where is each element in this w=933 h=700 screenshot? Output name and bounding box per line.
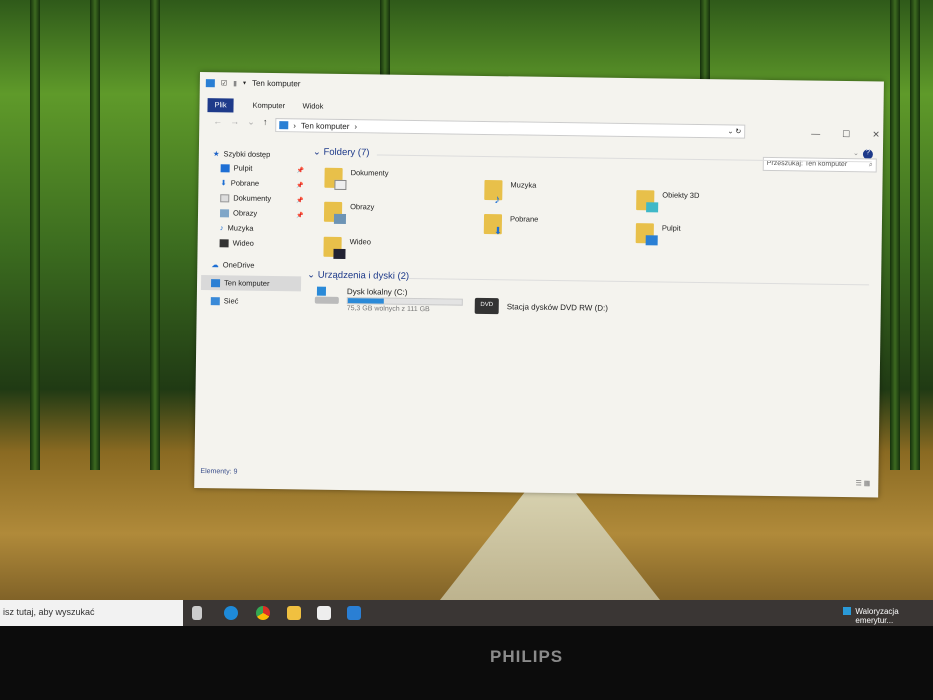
pin-icon: 📌	[296, 168, 305, 175]
drive-d-name: Stacja dysków DVD RW (D:)	[506, 301, 609, 313]
forward-button[interactable]: →	[230, 116, 239, 127]
downloads-folder-icon: ⬇	[483, 213, 502, 237]
nav-obrazy[interactable]: Obrazy	[219, 208, 257, 218]
drive-c-name: Dysk lokalny (C:)	[346, 287, 408, 297]
folder-obiekty-3d[interactable]: Obiekty 3D	[636, 190, 699, 213]
mail-icon[interactable]	[347, 606, 361, 620]
back-button[interactable]: ←	[213, 116, 222, 127]
nav-pulpit[interactable]: Pulpit	[220, 163, 252, 173]
cloud-icon: ☁	[211, 260, 219, 270]
file-explorer-icon[interactable]	[287, 606, 301, 620]
quick-access-dropdown-icon[interactable]: ▾	[243, 80, 246, 87]
nav-onedrive[interactable]: ☁ OneDrive	[211, 260, 254, 270]
star-icon: ★	[212, 149, 220, 159]
view-toggle-icons[interactable]: ☰ ▦	[855, 479, 870, 487]
nav-siec[interactable]: Sieć	[210, 296, 238, 306]
news-widget[interactable]: Waloryzacja emerytur...	[843, 607, 933, 625]
edge-icon[interactable]	[224, 606, 238, 620]
refresh-icon[interactable]: ⌄ ↻	[727, 127, 744, 135]
store-icon[interactable]	[317, 606, 331, 620]
document-icon	[220, 193, 230, 202]
computer-icon	[205, 78, 215, 87]
file-explorer-window: ☑ ▮ ▾ Ten komputer — ☐ ✕ Plik Komputer W…	[194, 72, 884, 498]
recent-dropdown[interactable]: ⌄	[247, 117, 255, 128]
folder-muzyka[interactable]: ♪ Muzyka	[484, 179, 536, 206]
folder-pobrane[interactable]: ⬇ Pobrane	[483, 213, 538, 237]
taskbar-search[interactable]: isz tutaj, aby wyszukać	[0, 600, 183, 626]
music-icon: ♪	[219, 223, 224, 233]
maximize-button[interactable]: ☐	[842, 129, 850, 140]
search-icon: ⌕	[868, 161, 873, 169]
tab-komputer[interactable]: Komputer	[245, 99, 292, 114]
3d-objects-folder-icon	[636, 190, 659, 213]
news-icon	[843, 607, 852, 615]
dvd-drive-icon: DVD	[474, 297, 499, 315]
status-bar-count: Elementy: 9	[200, 468, 238, 476]
group-header-folders[interactable]: ⌄ Foldery (7)	[313, 147, 370, 159]
folder-obrazy[interactable]: Obrazy	[323, 201, 374, 225]
drive-c[interactable]: Dysk lokalny (C:) 75,3 GB wolnych z 111 …	[314, 286, 463, 314]
drive-d[interactable]: DVD Stacja dysków DVD RW (D:)	[474, 297, 609, 316]
folder-dokumenty[interactable]: Dokumenty	[324, 167, 389, 191]
download-icon: ⬇	[220, 178, 227, 188]
network-icon	[210, 296, 220, 305]
address-bar[interactable]: › Ten komputer › ⌄ ↻	[275, 118, 746, 139]
nav-dokumenty[interactable]: Dokumenty	[220, 193, 271, 203]
chrome-icon[interactable]	[256, 606, 270, 620]
group-header-devices[interactable]: ⌄ Urządzenia i dyski (2)	[307, 270, 409, 282]
tab-plik[interactable]: Plik	[207, 98, 234, 113]
computer-icon	[211, 278, 221, 287]
properties-icon[interactable]: ☑	[221, 79, 227, 87]
pin-icon: 📌	[295, 213, 304, 220]
folder-wideo[interactable]: Wideo	[323, 236, 371, 260]
close-button[interactable]: ✕	[872, 129, 880, 140]
nav-pobrane[interactable]: ⬇ Pobrane	[220, 178, 259, 188]
tab-widok[interactable]: Widok	[295, 99, 330, 113]
pin-icon: 📌	[296, 198, 304, 205]
folder-pulpit[interactable]: Pulpit	[635, 223, 681, 246]
window-title: Ten komputer	[251, 78, 301, 89]
minimize-button[interactable]: —	[811, 129, 820, 140]
pictures-folder-icon	[323, 201, 347, 225]
breadcrumb-ten-komputer[interactable]: Ten komputer	[301, 121, 350, 131]
windows-drive-icon	[314, 286, 339, 305]
pin-icon: 📌	[296, 183, 304, 190]
desktop-folder-icon	[635, 223, 658, 246]
desktop-icon	[220, 163, 230, 172]
nav-muzyka[interactable]: ♪ Muzyka	[220, 223, 254, 232]
nav-quick-access[interactable]: ★ Szybki dostęp	[213, 149, 271, 159]
music-folder-icon: ♪	[484, 179, 503, 206]
pictures-icon	[219, 208, 230, 217]
ribbon-expand-icon[interactable]: ⌄	[853, 149, 859, 157]
documents-folder-icon	[324, 167, 347, 191]
monitor-bezel	[0, 626, 933, 700]
nav-ten-komputer[interactable]: Ten komputer	[200, 275, 302, 292]
folder-icon[interactable]: ▮	[233, 79, 237, 87]
task-view-icon[interactable]	[192, 606, 202, 620]
up-button[interactable]: ↑	[263, 117, 268, 128]
videos-folder-icon	[323, 236, 346, 260]
nav-wideo[interactable]: Wideo	[219, 238, 254, 248]
drive-c-free-space: 75,3 GB wolnych z 111 GB	[346, 305, 430, 314]
computer-icon	[279, 121, 289, 130]
monitor-brand-logo: PHILIPS	[490, 647, 564, 666]
video-icon	[219, 238, 229, 247]
